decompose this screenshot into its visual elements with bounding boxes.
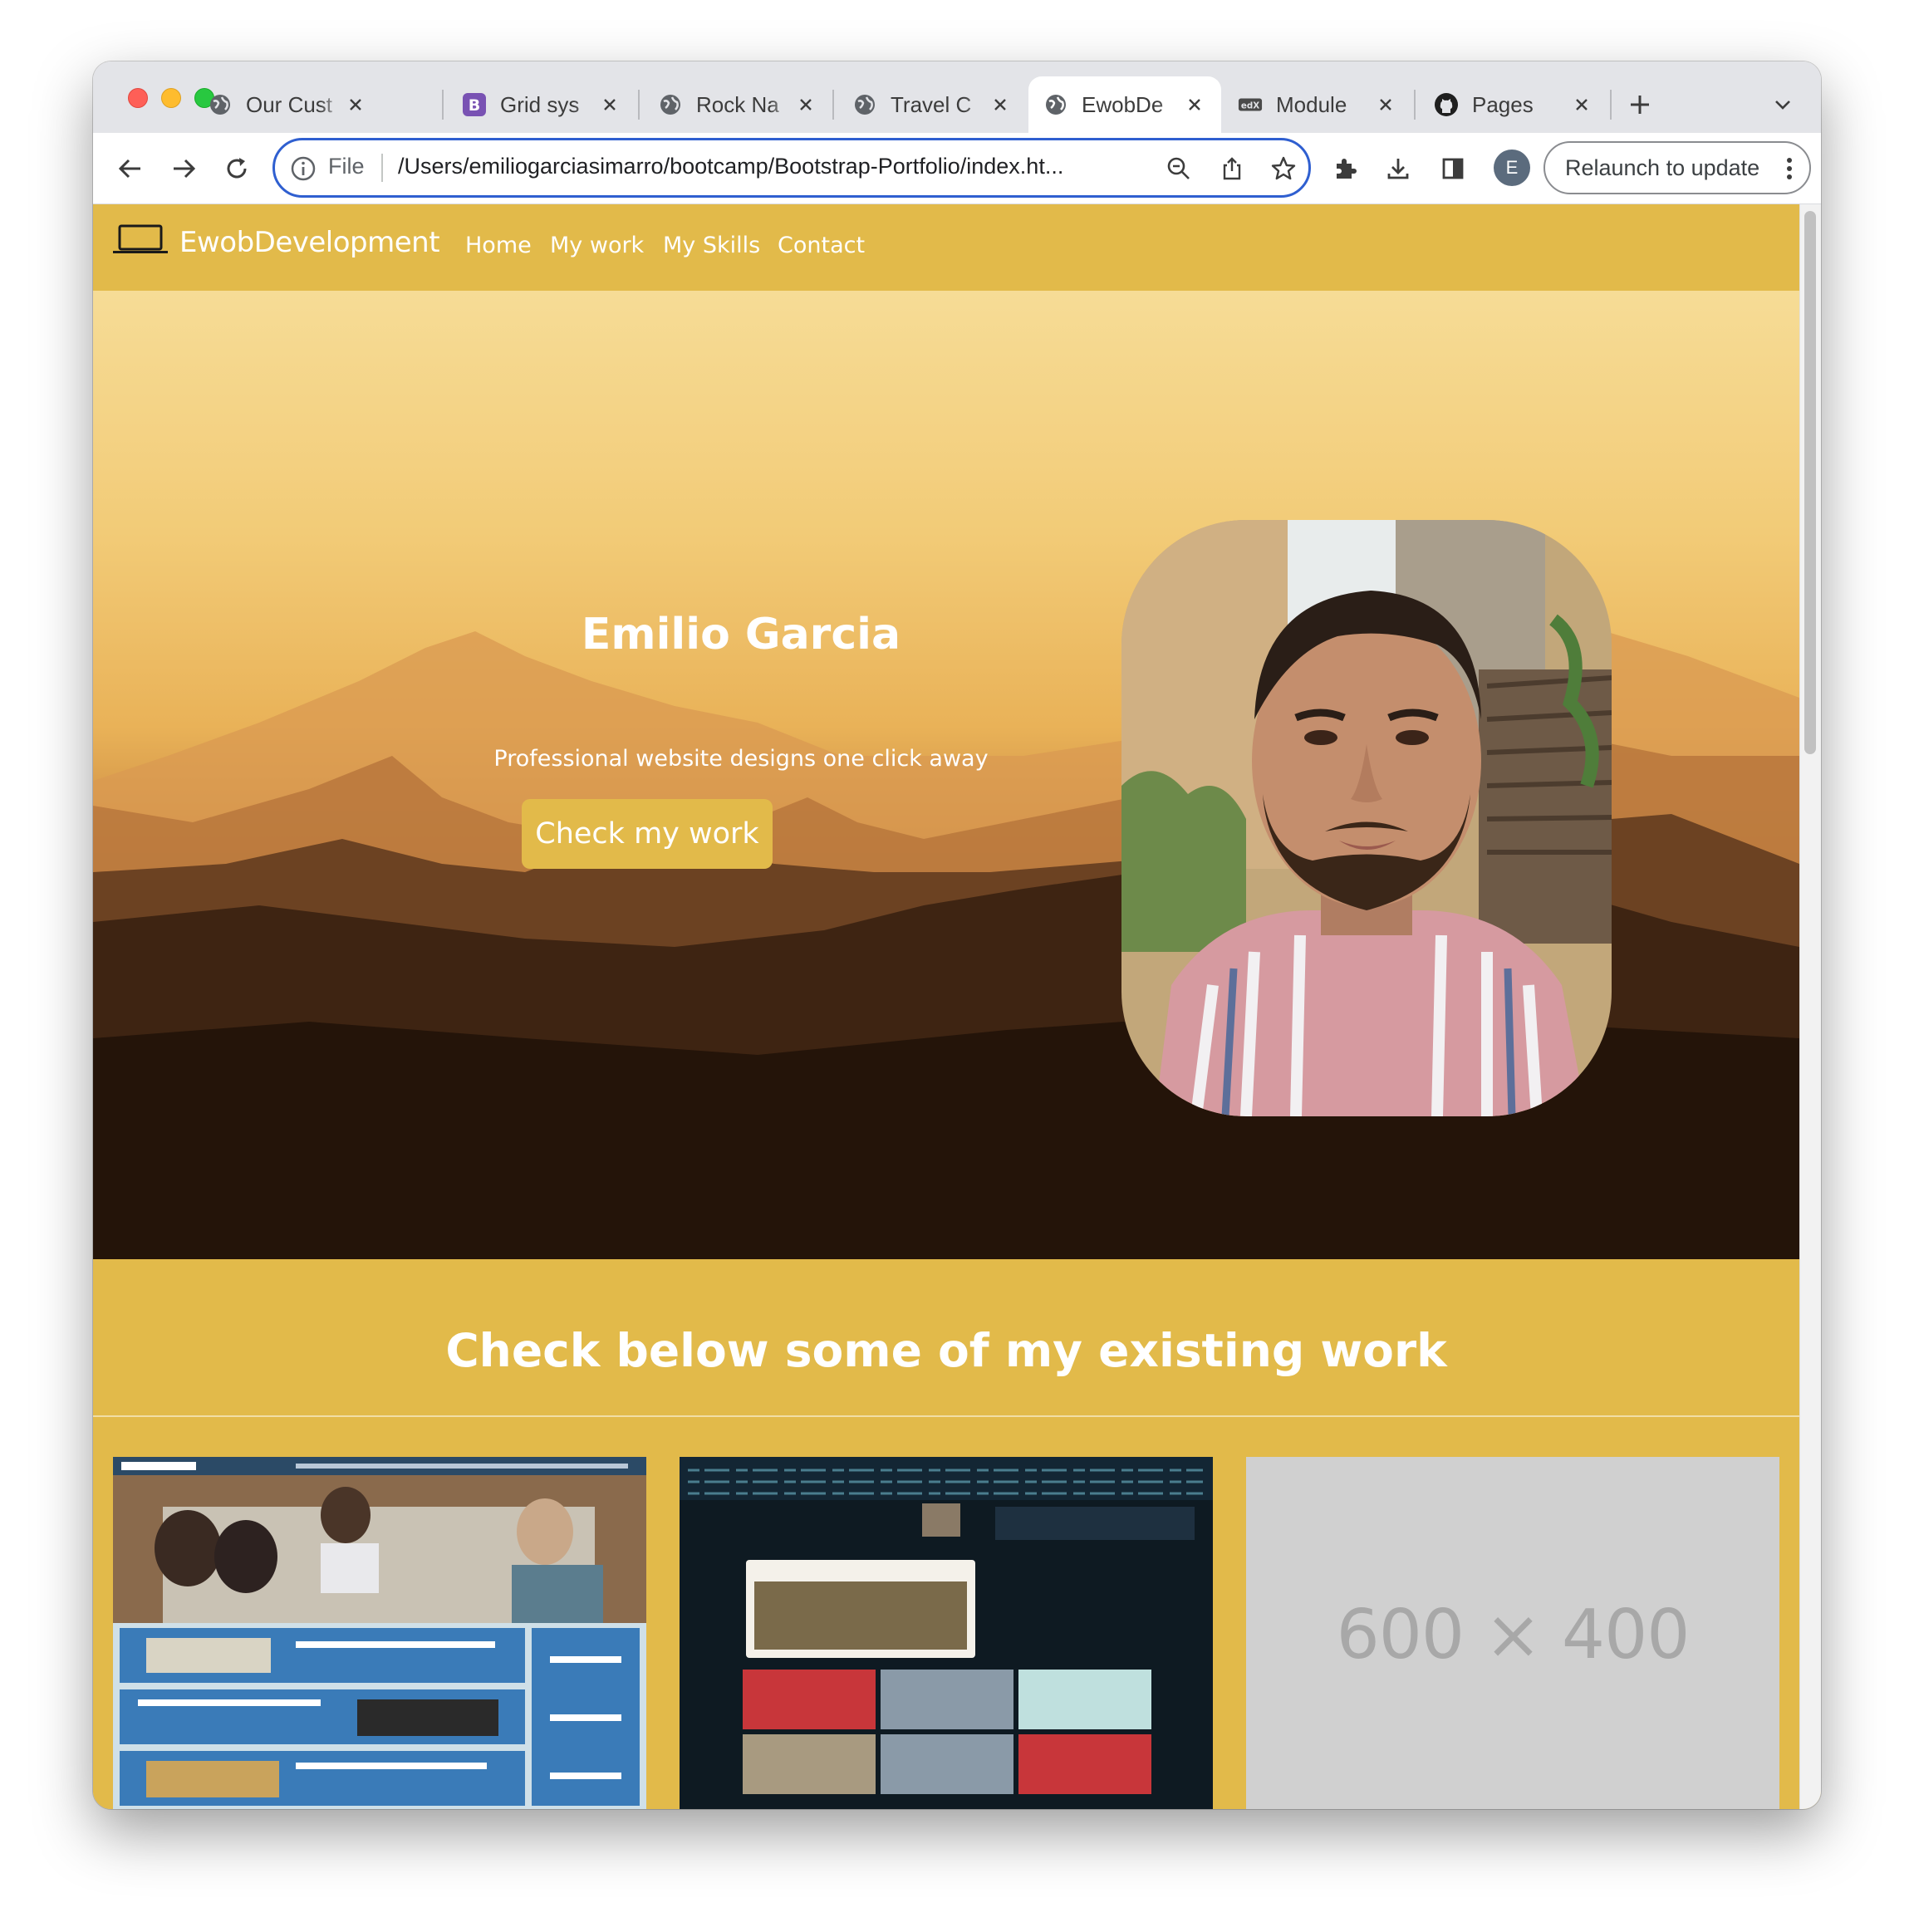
- project-card-horiseon[interactable]: [113, 1457, 646, 1809]
- tab-rock-name[interactable]: Rock Na: [643, 76, 832, 133]
- more-vertical-icon[interactable]: [1781, 154, 1798, 183]
- project-card-portfolio[interactable]: [680, 1457, 1213, 1809]
- close-icon[interactable]: [794, 93, 817, 116]
- side-panel-button[interactable]: [1434, 150, 1472, 188]
- tab-title: Pages: [1472, 91, 1534, 117]
- address-bar[interactable]: File /Users/emiliogarciasimarro/bootcamp…: [272, 138, 1311, 198]
- tab-our-customers[interactable]: Our Cust: [193, 76, 382, 133]
- browser-toolbar: File /Users/emiliogarciasimarro/bootcamp…: [93, 133, 1821, 204]
- url-text[interactable]: /Users/emiliogarciasimarro/bootcamp/Boot…: [398, 154, 1112, 179]
- zoom-icon[interactable]: [1164, 154, 1194, 184]
- scheme-label: File: [328, 154, 365, 179]
- page-scrollbar[interactable]: [1799, 204, 1821, 1809]
- globe-icon: [1043, 92, 1068, 117]
- tab-separator: [832, 90, 834, 120]
- nav-home[interactable]: Home: [465, 233, 532, 258]
- forward-button[interactable]: [164, 150, 203, 188]
- globe-icon: [658, 92, 683, 117]
- minimize-window-button[interactable]: [161, 88, 181, 108]
- close-icon[interactable]: [989, 93, 1012, 116]
- reload-button[interactable]: [218, 150, 256, 188]
- tab-search-button[interactable]: [1764, 86, 1801, 123]
- tab-travel[interactable]: Travel C: [837, 76, 1027, 133]
- tab-title: Our Cust: [246, 91, 333, 117]
- tab-title: Rock Na: [696, 91, 779, 117]
- tab-title: Travel C: [891, 91, 972, 117]
- download-icon: [1387, 159, 1409, 179]
- puzzle-icon: [1337, 159, 1357, 179]
- close-icon[interactable]: [344, 93, 367, 116]
- close-icon[interactable]: [598, 93, 621, 116]
- profile-avatar[interactable]: E: [1494, 150, 1530, 186]
- work-heading: Check below some of my existing work: [445, 1324, 1447, 1377]
- tab-module[interactable]: edX Module: [1223, 76, 1412, 133]
- extensions-button[interactable]: [1326, 150, 1364, 188]
- close-icon[interactable]: [1183, 93, 1206, 116]
- github-icon: [1434, 92, 1459, 117]
- divider: [381, 154, 383, 182]
- close-icon[interactable]: [1374, 93, 1397, 116]
- svg-text:edX: edX: [1241, 101, 1259, 111]
- new-tab-button[interactable]: [1620, 85, 1660, 125]
- laptop-icon: [113, 224, 168, 253]
- chevron-down-icon: [1775, 101, 1790, 110]
- check-my-work-button[interactable]: Check my work: [522, 799, 773, 869]
- downloads-button[interactable]: [1379, 150, 1417, 188]
- bootstrap-icon: B: [462, 92, 487, 117]
- relaunch-label: Relaunch to update: [1565, 154, 1760, 180]
- scrollbar-thumb[interactable]: [1804, 211, 1816, 754]
- edx-icon: edX: [1238, 92, 1263, 117]
- placeholder-label: 600 × 400: [1336, 1595, 1691, 1675]
- info-icon[interactable]: [290, 155, 317, 182]
- tab-title: Grid sys: [500, 91, 580, 117]
- relaunch-button[interactable]: Relaunch to update: [1543, 141, 1811, 194]
- tab-title: EwobDe: [1082, 91, 1164, 117]
- tab-title: Module: [1276, 91, 1347, 117]
- tab-strip: Our Cust B Grid sys Rock Na Travel C Ewo…: [93, 61, 1821, 133]
- bookmark-star-icon[interactable]: [1269, 154, 1298, 184]
- project-screenshot: [680, 1457, 1213, 1809]
- tab-github-pages[interactable]: Pages: [1419, 76, 1608, 133]
- hero-section: Emilio Garcia Professional website desig…: [93, 291, 1799, 1259]
- back-button[interactable]: [111, 150, 150, 188]
- browser-window: Our Cust B Grid sys Rock Na Travel C Ewo…: [93, 61, 1821, 1809]
- nav-contact[interactable]: Contact: [778, 233, 865, 258]
- tab-separator: [1610, 90, 1612, 120]
- tab-grid-system[interactable]: B Grid sys: [447, 76, 636, 133]
- close-icon[interactable]: [1570, 93, 1593, 116]
- hero-tagline: Professional website designs one click a…: [493, 746, 989, 772]
- project-screenshot: [113, 1457, 646, 1809]
- plus-icon: [1631, 96, 1649, 114]
- site-navbar: EwobDevelopment Home My work My Skills C…: [93, 204, 1799, 291]
- reload-icon: [227, 158, 247, 179]
- arrow-right-icon: [174, 159, 196, 179]
- tab-separator: [442, 90, 444, 120]
- profile-photo: [1121, 520, 1612, 1116]
- globe-icon: [208, 92, 233, 117]
- tab-ewobdevelopment[interactable]: EwobDe: [1028, 76, 1221, 133]
- work-section: Check below some of my existing work 600…: [93, 1259, 1799, 1809]
- nav-my-work[interactable]: My work: [550, 233, 644, 258]
- site-brand[interactable]: EwobDevelopment: [179, 226, 440, 259]
- side-panel-icon: [1442, 158, 1464, 179]
- close-window-button[interactable]: [128, 88, 148, 108]
- nav-my-skills[interactable]: My Skills: [663, 233, 760, 258]
- arrow-left-icon: [118, 159, 140, 179]
- globe-icon: [852, 92, 877, 117]
- svg-text:B: B: [469, 96, 480, 115]
- tab-separator: [1414, 90, 1416, 120]
- share-icon[interactable]: [1217, 154, 1247, 184]
- section-divider: [93, 1415, 1799, 1417]
- project-card-placeholder[interactable]: 600 × 400: [1246, 1457, 1779, 1809]
- hero-name: Emilio Garcia: [581, 610, 901, 660]
- screenshot-stage: Our Cust B Grid sys Rock Na Travel C Ewo…: [0, 0, 1914, 1932]
- page-viewport: EwobDevelopment Home My work My Skills C…: [93, 204, 1821, 1809]
- tab-separator: [638, 90, 640, 120]
